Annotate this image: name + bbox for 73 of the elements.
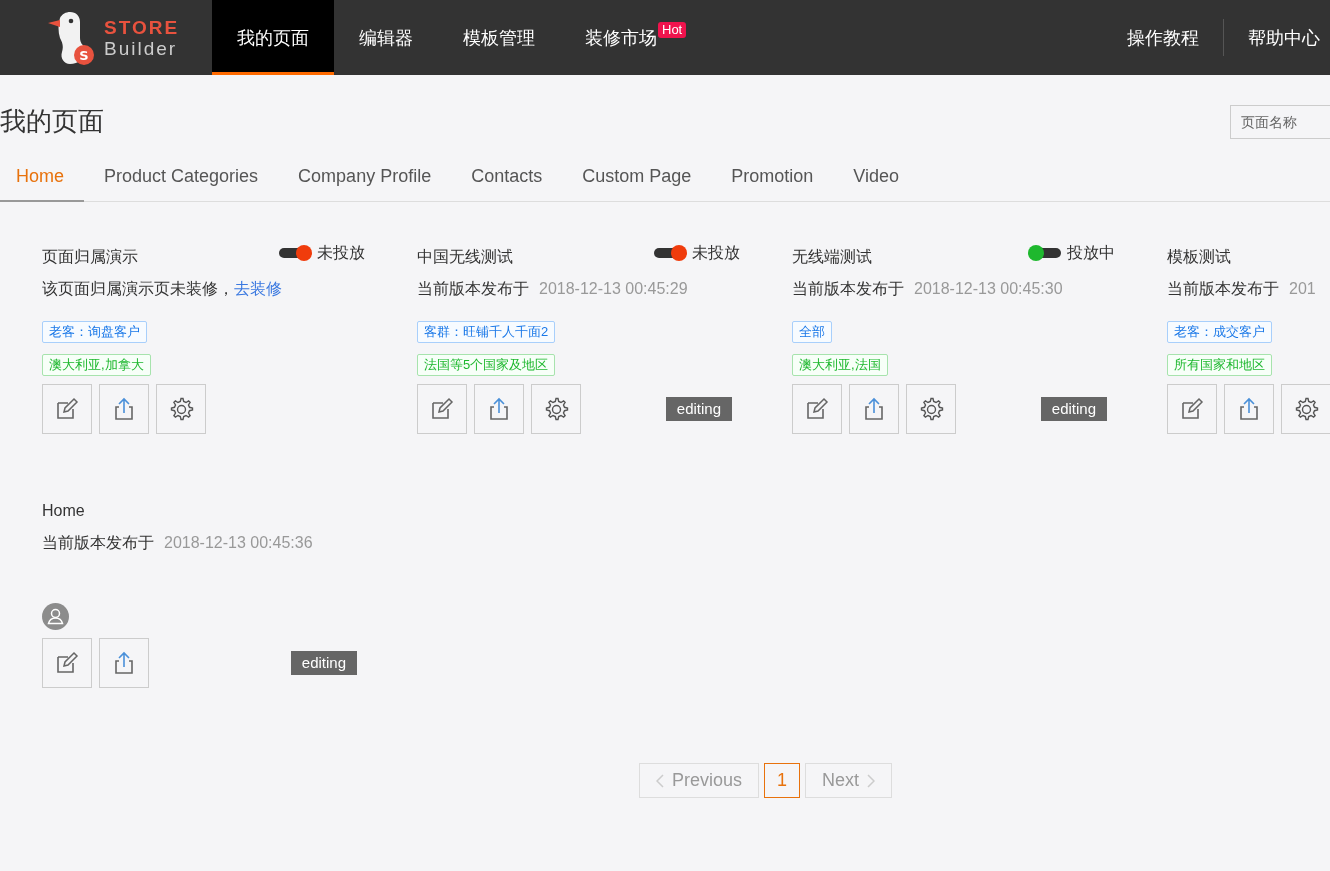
- settings-icon: [1293, 396, 1319, 422]
- edit-icon: [54, 396, 80, 422]
- page-name: Home: [42, 502, 85, 520]
- region-tag: 法国等5个国家及地区: [417, 354, 556, 376]
- page-tab[interactable]: Company Profile: [278, 153, 452, 202]
- edit-button[interactable]: [1167, 384, 1217, 434]
- settings-icon: [918, 396, 944, 422]
- nav-tab[interactable]: 我的页面: [212, 0, 334, 75]
- audience-tag: 老客：成交客户: [1167, 321, 1272, 343]
- edit-icon: [804, 396, 830, 422]
- edit-icon: [429, 396, 455, 422]
- settings-button[interactable]: [156, 384, 206, 434]
- audience-tag: 全部: [792, 321, 832, 343]
- toggle-switch[interactable]: [1029, 248, 1061, 258]
- share-button[interactable]: [99, 638, 149, 688]
- page-name: 页面归属演示: [42, 246, 138, 267]
- page-name: 模板测试: [1167, 246, 1231, 267]
- status-badge: editing: [665, 397, 732, 421]
- publish-label: 当前版本发布于: [42, 532, 154, 553]
- header-link[interactable]: 操作教程: [1127, 25, 1199, 50]
- share-button[interactable]: [474, 384, 524, 434]
- settings-icon: [543, 396, 569, 422]
- edit-button[interactable]: [42, 384, 92, 434]
- settings-button[interactable]: [906, 384, 956, 434]
- audience-tag: 客群：旺铺千人千面2: [417, 321, 556, 343]
- toggle-switch[interactable]: [279, 248, 311, 258]
- chevron-right-icon: [867, 773, 876, 788]
- publish-label: 当前版本发布于: [1167, 278, 1279, 299]
- page-tab[interactable]: Video: [833, 153, 920, 202]
- note-text: 该页面归属演示页未装修，: [42, 278, 234, 299]
- logo-wordmark: Builder: [104, 37, 179, 59]
- status-badge: editing: [290, 651, 357, 675]
- publish-label: 当前版本发布于: [792, 278, 904, 299]
- region-tag: 所有国家和地区: [1167, 354, 1272, 376]
- settings-button[interactable]: [1281, 384, 1330, 434]
- publish-date: 2018-12-13 00:45:30: [914, 280, 1063, 298]
- settings-button[interactable]: [531, 384, 581, 434]
- page-tab[interactable]: Product Categories: [84, 153, 279, 202]
- page-title: 我的页面: [0, 105, 104, 138]
- edit-button[interactable]: [42, 638, 92, 688]
- edit-button[interactable]: [792, 384, 842, 434]
- edit-icon: [54, 650, 80, 676]
- page-tab[interactable]: Contacts: [451, 153, 563, 202]
- status-label: 未投放: [692, 242, 740, 263]
- audience-tag: 老客：询盘客户: [42, 321, 147, 343]
- share-button[interactable]: [99, 384, 149, 434]
- publish-date: 2018-12-13 00:45:36: [164, 534, 313, 552]
- page-name: 中国无线测试: [417, 246, 513, 267]
- status-label: 未投放: [317, 242, 365, 263]
- status-badge: editing: [1040, 397, 1107, 421]
- share-button[interactable]: [849, 384, 899, 434]
- status-label: 投放中: [1067, 242, 1115, 263]
- publish-date: 201: [1289, 280, 1316, 298]
- chevron-left-icon: [656, 773, 664, 788]
- page-name: 无线端测试: [792, 246, 872, 267]
- settings-icon: [168, 396, 194, 422]
- nav-tab[interactable]: 模板管理: [438, 0, 560, 75]
- share-button[interactable]: [1224, 384, 1274, 434]
- page-tab[interactable]: Promotion: [711, 153, 834, 202]
- publish-label: 当前版本发布于: [417, 278, 529, 299]
- region-tag: 澳大利亚,加拿大: [42, 354, 151, 376]
- search-field[interactable]: 页面名称: [1230, 104, 1330, 139]
- header-link[interactable]: 帮助中心: [1248, 25, 1320, 50]
- page-tab[interactable]: Custom Page: [562, 153, 712, 202]
- edit-button[interactable]: [417, 384, 467, 434]
- publish-date: 2018-12-13 00:45:29: [539, 280, 688, 298]
- toggle-switch[interactable]: [654, 248, 686, 258]
- hot-badge: Hot: [658, 22, 687, 38]
- logo-wordmark: STORE: [104, 16, 180, 38]
- decorate-link[interactable]: 去装修: [234, 278, 282, 300]
- edit-icon: [1179, 396, 1205, 422]
- nav-tab[interactable]: 编辑器: [334, 0, 438, 75]
- region-tag: 澳大利亚,法国: [792, 354, 888, 376]
